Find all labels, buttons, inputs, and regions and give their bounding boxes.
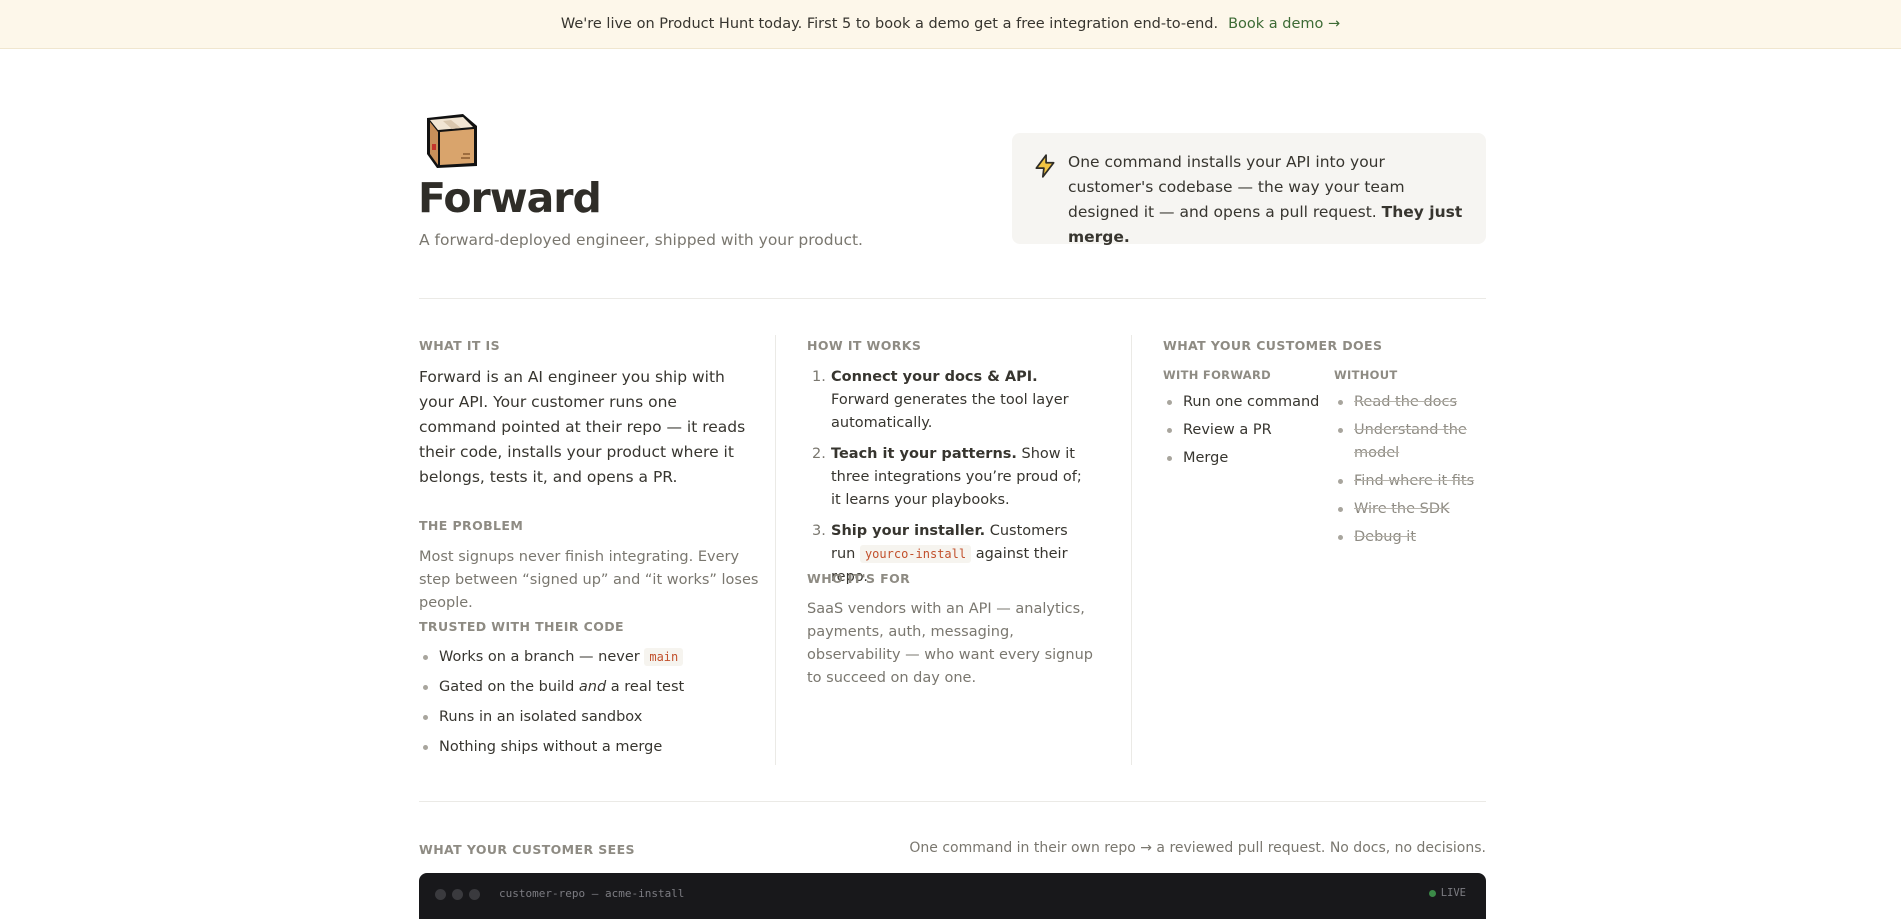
customer-sees-label: WHAT YOUR CUSTOMER SEES <box>419 842 635 857</box>
list-item-text: Gated on the build <box>439 679 575 695</box>
page-title: Forward <box>418 174 602 222</box>
emphasis: and <box>578 679 607 695</box>
page-subtitle: A forward-deployed engineer, shipped wit… <box>419 231 863 249</box>
package-box-icon <box>427 114 477 168</box>
list-item: Run one command <box>1163 393 1323 412</box>
live-badge: LIVE <box>1428 887 1466 899</box>
step-number: 1. <box>812 369 826 385</box>
step-number: 2. <box>812 446 826 462</box>
problem-label: THE PROBLEM <box>419 518 524 533</box>
announcement-banner: We're live on Product Hunt today. First … <box>0 0 1901 49</box>
window-minimize-dot <box>452 889 463 900</box>
live-dot-icon <box>1428 889 1436 897</box>
with-forward-list: Run one command Review a PR Merge <box>1163 393 1323 477</box>
inline-code: yourco-install <box>859 545 972 563</box>
problem-body: Most signups never finish integrating. E… <box>419 549 759 611</box>
book-demo-link[interactable]: Book a demo → <box>1228 16 1340 32</box>
list-item: Nothing ships without a merge <box>419 738 759 757</box>
list-item: Review a PR <box>1163 421 1323 440</box>
terminal-window: customer-repo — acme-install LIVE <box>419 873 1486 919</box>
step-number: 3. <box>812 523 826 539</box>
who-for-label: WHO IT'S FOR <box>807 571 911 586</box>
what-it-is-label: WHAT IT IS <box>419 338 501 353</box>
list-item: Wire the SDK <box>1334 498 1484 521</box>
window-close-dot <box>435 889 446 900</box>
list-item: Find where it fits <box>1334 470 1484 493</box>
step-text: Forward generates the tool layer automat… <box>831 392 1069 431</box>
column-divider <box>775 335 776 765</box>
how-it-works-label: HOW IT WORKS <box>807 338 922 353</box>
list-item: Read the docs <box>1334 391 1484 414</box>
list-item-text: Works on a branch — never <box>439 649 640 665</box>
without-list: Read the docs Understand the model Find … <box>1334 391 1484 554</box>
window-maximize-dot <box>469 889 480 900</box>
what-it-is-body: Forward is an AI engineer you ship with … <box>419 368 746 486</box>
value-callout: One command installs your API into your … <box>1012 133 1486 246</box>
lightning-bolt-icon <box>1035 154 1055 178</box>
customer-does-label: WHAT YOUR CUSTOMER DOES <box>1163 338 1383 353</box>
terminal-title: customer-repo — acme-install <box>499 887 685 900</box>
callout-text: One command installs your API into your … <box>1068 150 1468 250</box>
divider <box>419 298 1486 299</box>
without-label: WITHOUT <box>1334 368 1398 382</box>
steps-list: 1. Connect your docs & API. Forward gener… <box>807 366 1087 597</box>
column-divider <box>1131 335 1132 765</box>
callout-body: One command installs your API into your … <box>1068 153 1405 221</box>
step-item: 2. Teach it your patterns. Show it three … <box>807 443 1087 512</box>
who-for-body: SaaS vendors with an API — analytics, pa… <box>807 601 1093 686</box>
step-title: Teach it your patterns. <box>831 446 1017 462</box>
step-item: 1. Connect your docs & API. Forward gener… <box>807 366 1087 435</box>
step-title: Connect your docs & API. <box>831 369 1038 385</box>
with-forward-label: WITH FORWARD <box>1163 368 1271 382</box>
list-item: Runs in an isolated sandbox <box>419 708 759 727</box>
list-item: Debug it <box>1334 526 1484 549</box>
trusted-label: TRUSTED WITH THEIR CODE <box>419 619 624 634</box>
list-item: Works on a branch — never main <box>419 648 759 667</box>
trusted-list: Works on a branch — never main Gated on … <box>419 648 759 768</box>
list-item-text: a real test <box>610 679 685 695</box>
list-item: Merge <box>1163 449 1323 468</box>
list-item: Gated on the build and a real test <box>419 678 759 697</box>
divider <box>419 801 1486 802</box>
step-title: Ship your installer. <box>831 523 986 539</box>
inline-code: main <box>644 648 684 666</box>
live-status: LIVE <box>1440 887 1466 899</box>
banner-message: We're live on Product Hunt today. First … <box>560 16 1219 32</box>
customer-sees-caption: One command in their own repo → a review… <box>909 840 1486 856</box>
list-item: Understand the model <box>1334 419 1484 465</box>
